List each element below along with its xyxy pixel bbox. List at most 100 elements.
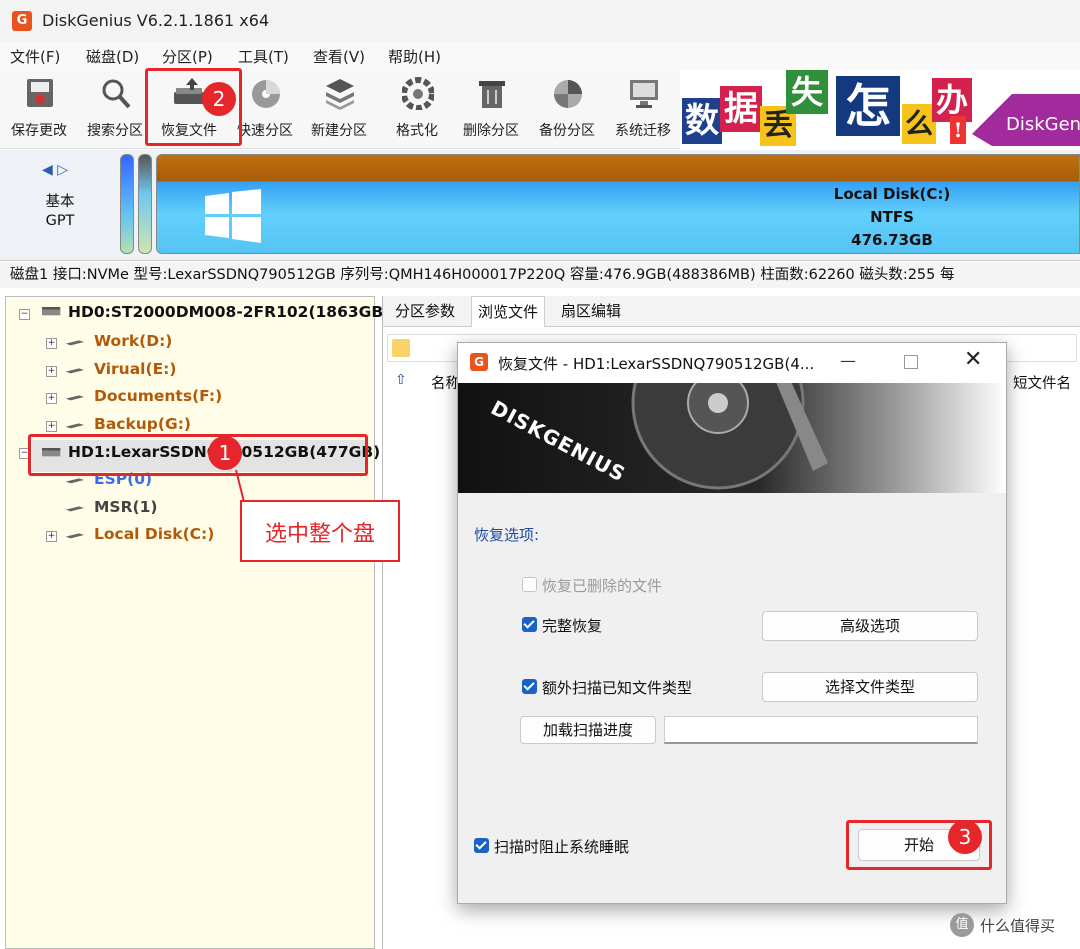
scan-known-types-label: 额外扫描已知文件类型 (542, 679, 693, 697)
dialog-titlebar: G 恢复文件 - HD1:LexarSSDNQ790512GB(4... — ✕ (458, 343, 1006, 383)
save-changes-label: 保存更改 (11, 123, 67, 139)
disk-nav-arrows-icon[interactable]: ◀ ▷ (42, 162, 68, 178)
scan-progress-path-input[interactable] (664, 716, 978, 744)
banner-char: 据 (720, 86, 762, 132)
up-arrow-icon[interactable]: ⇧ (395, 372, 407, 388)
window-title: DiskGenius V6.2.1.1861 x64 (42, 11, 270, 30)
recover-deleted-checkbox[interactable] (522, 577, 537, 592)
prevent-sleep-checkbox[interactable] (474, 838, 489, 853)
tree-partition-msr[interactable]: MSR(1) (94, 498, 157, 516)
annotation-badge-2: 2 (202, 82, 236, 116)
watermark-text: 什么值得买 (980, 917, 1056, 935)
tree-partition-virual[interactable]: Virual(E:) (94, 360, 176, 378)
migrate-system-label: 系统迁移 (615, 123, 671, 139)
partition-icon (65, 395, 84, 401)
expand-icon[interactable]: + (46, 393, 57, 404)
format-button[interactable]: 格式化 (380, 70, 454, 146)
full-recovery-label: 完整恢复 (542, 617, 603, 635)
search-partition-label: 搜索分区 (87, 123, 143, 139)
collapse-icon[interactable]: − (19, 309, 30, 320)
partition-icon (65, 506, 84, 512)
full-recovery-checkbox[interactable] (522, 617, 537, 632)
monitor-icon (630, 80, 658, 108)
save-changes-button[interactable]: 保存更改 (2, 70, 76, 146)
annotation-badge-3: 3 (948, 820, 982, 854)
folder-icon (392, 339, 410, 357)
disk-type-basic: 基本 (45, 194, 75, 210)
delete-partition-button[interactable]: 删除分区 (454, 70, 528, 146)
expand-icon[interactable]: + (46, 531, 57, 542)
windows-logo-icon (205, 189, 261, 243)
backup-partition-label: 备份分区 (539, 123, 595, 139)
expand-icon[interactable]: + (46, 366, 57, 377)
tree-partition-documents[interactable]: Documents(F:) (94, 387, 222, 405)
format-disk-icon (402, 77, 434, 110)
banner-char: 数 (682, 98, 722, 144)
new-partition-button[interactable]: 新建分区 (302, 70, 376, 146)
partition-icon (65, 340, 84, 346)
expand-icon[interactable]: + (46, 421, 57, 432)
tab-partition-params[interactable]: 分区参数 (389, 296, 461, 326)
expand-icon[interactable]: + (46, 338, 57, 349)
load-scan-progress-button[interactable]: 加载扫描进度 (520, 716, 656, 744)
layers-icon (326, 79, 354, 110)
scan-known-types-checkbox[interactable] (522, 679, 537, 694)
ad-banner[interactable]: 数 据 丢 失 怎 么 办 ! DiskGenius (680, 70, 1080, 148)
menu-view[interactable]: 查看(V) (313, 46, 365, 67)
tree-partition-work[interactable]: Work(D:) (94, 332, 172, 350)
menu-tools[interactable]: 工具(T) (238, 46, 289, 67)
annotation-box-hd1 (28, 434, 368, 476)
partition-c-size: 476.73GB (851, 231, 933, 249)
partition-c-name: Local Disk(C:) (833, 185, 951, 203)
maximize-icon[interactable] (904, 355, 918, 369)
dialog-header-image: DISKGENIUS (458, 383, 1006, 493)
menu-file[interactable]: 文件(F) (10, 46, 60, 67)
tree-hd0[interactable]: HD0:ST2000DM008-2FR102(1863GB) (68, 303, 390, 321)
migrate-system-button[interactable]: 系统迁移 (606, 70, 680, 146)
partition-esp-bar[interactable] (120, 154, 134, 254)
backup-partition-button[interactable]: 备份分区 (530, 70, 604, 146)
disk-type-gpt: GPT (45, 213, 75, 229)
column-short-name[interactable]: 短文件名 (1013, 372, 1071, 393)
recover-options-label: 恢复选项: (474, 526, 540, 544)
partition-c-bar[interactable]: Local Disk(C:) NTFS 476.73GB (156, 154, 1080, 254)
close-icon[interactable]: ✕ (964, 347, 982, 372)
save-icon (27, 79, 53, 107)
tab-sector-editor[interactable]: 扇区编辑 (555, 296, 627, 326)
annotation-callout-box: 选中整个盘 (240, 500, 400, 562)
partition-icon (65, 478, 84, 484)
tab-browse-files[interactable]: 浏览文件 (471, 296, 546, 327)
backup-icon (554, 80, 582, 108)
toolbar: 保存更改 搜索分区 恢复文件 快速分区 新建分区 格式化 删除分区 备份分区 系… (0, 70, 680, 149)
title-bar: G DiskGenius V6.2.1.1861 x64 (0, 0, 1080, 43)
menu-disk[interactable]: 磁盘(D) (86, 46, 139, 67)
annotation-badge-1: 1 (208, 436, 242, 470)
annotation-callout-text: 选中整个盘 (264, 522, 375, 547)
prevent-sleep-label: 扫描时阻止系统睡眠 (494, 838, 630, 856)
column-name[interactable]: 名称 (431, 372, 460, 393)
search-icon (102, 79, 131, 109)
tree-partition-local-disk-c[interactable]: Local Disk(C:) (94, 525, 214, 543)
advanced-options-button[interactable]: 高级选项 (762, 611, 978, 641)
select-file-types-button[interactable]: 选择文件类型 (762, 672, 978, 702)
app-logo-icon: G (12, 11, 32, 31)
search-partition-button[interactable]: 搜索分区 (78, 70, 152, 146)
banner-char: 怎 (836, 76, 900, 136)
partition-icon (65, 368, 84, 374)
menu-help[interactable]: 帮助(H) (388, 46, 441, 67)
menu-partition[interactable]: 分区(P) (162, 46, 213, 67)
recover-deleted-label: 恢复已删除的文件 (542, 577, 663, 595)
minimize-icon[interactable]: — (840, 351, 856, 370)
banner-char: ! (950, 116, 966, 144)
banner-brand: DiskGenius (1006, 114, 1080, 135)
dialog-image-brand: DISKGENIUS (487, 395, 630, 487)
partition-icon (65, 423, 84, 429)
disk-map-panel: ◀ ▷ 基本 GPT Local Disk(C:) NTFS 476.73GB (0, 150, 1080, 261)
dialog-title: 恢复文件 - HD1:LexarSSDNQ790512GB(4... (498, 355, 815, 373)
tree-partition-backup[interactable]: Backup(G:) (94, 415, 191, 433)
partition-icon (65, 533, 84, 539)
annotation-connector (235, 470, 245, 503)
watermark-logo-icon: 值 (950, 913, 974, 937)
partition-msr-bar[interactable] (138, 154, 152, 254)
disk-tree-panel: − HD0:ST2000DM008-2FR102(1863GB) + Work(… (5, 296, 390, 949)
